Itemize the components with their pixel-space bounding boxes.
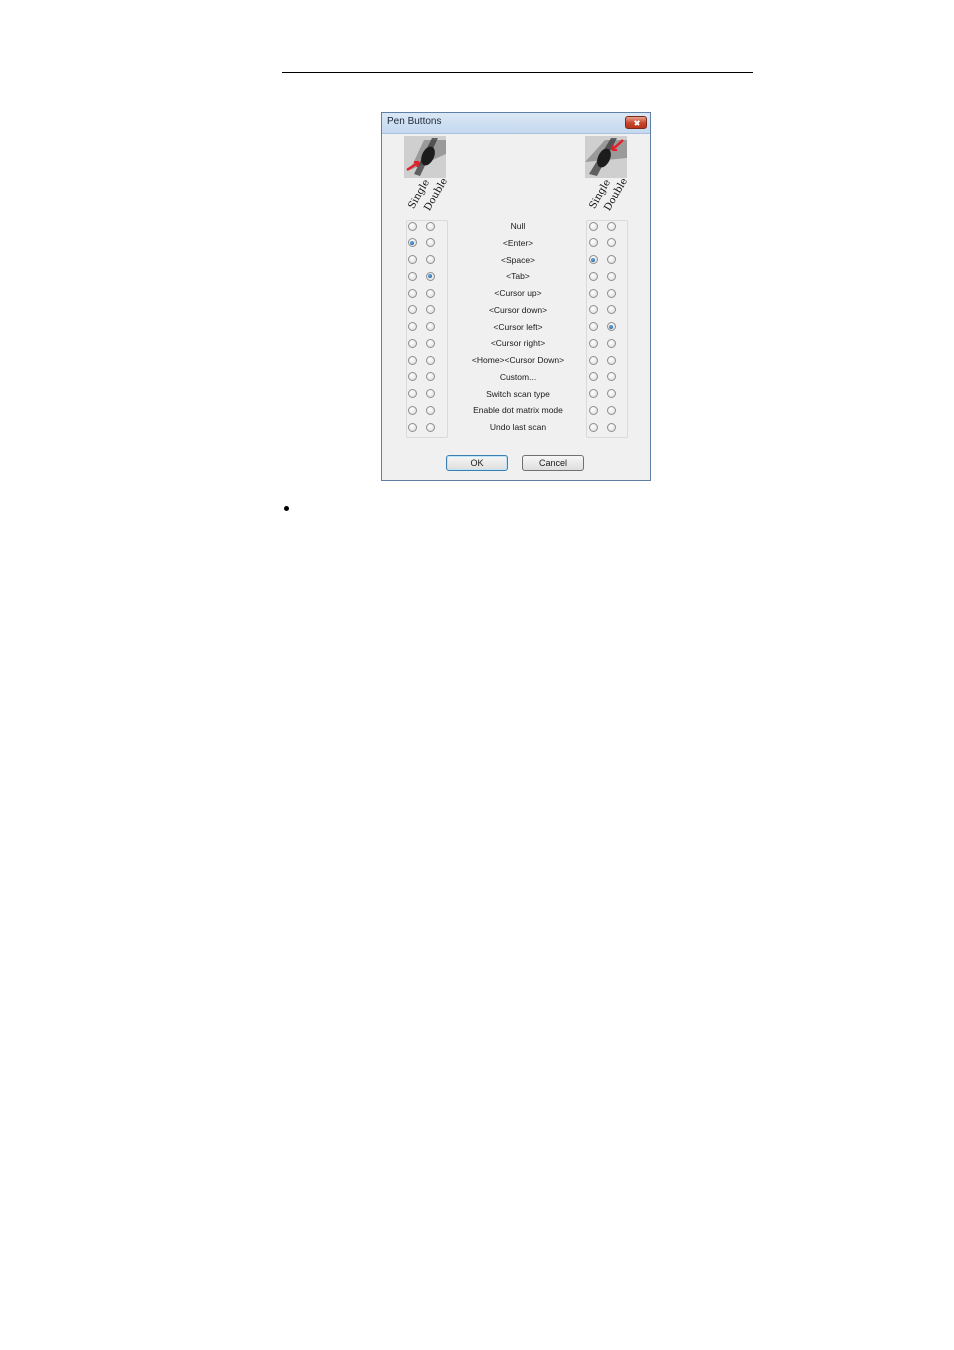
left-double-radio[interactable] [425, 405, 435, 415]
right-double-radio[interactable] [606, 389, 616, 398]
right-single-radio[interactable] [588, 355, 598, 365]
left-double-radio[interactable] [425, 255, 435, 264]
right-single-radio[interactable] [588, 322, 598, 331]
left-single-radio[interactable] [407, 405, 417, 415]
left-double-radio[interactable] [425, 322, 435, 331]
left-double-radio[interactable] [425, 238, 435, 248]
right-double-radio[interactable] [606, 305, 616, 315]
option-label: Null [510, 221, 526, 231]
left-double-radio[interactable] [425, 305, 435, 315]
pen-button-left-icon [404, 136, 446, 178]
left-single-radio[interactable] [407, 221, 417, 231]
option-label: Enable dot matrix mode [473, 405, 563, 416]
right-single-radio[interactable] [588, 288, 598, 298]
pen-buttons-dialog: Pen Buttons Single Double Single Double … [381, 112, 651, 481]
option-label: Custom... [499, 371, 537, 382]
close-icon[interactable] [625, 116, 647, 129]
title-bar[interactable]: Pen Buttons [382, 113, 650, 134]
right-double-radio[interactable] [606, 221, 616, 231]
left-single-radio[interactable] [407, 422, 417, 432]
right-double-radio[interactable] [606, 238, 616, 248]
option-label: <Home><Cursor Down> [471, 355, 565, 365]
option-label: <Cursor right> [490, 338, 546, 349]
option-label: Switch scan type [486, 388, 550, 399]
left-single-radio[interactable] [407, 338, 417, 348]
option-label: <Space> [500, 254, 536, 265]
right-single-radio[interactable] [588, 305, 598, 315]
dialog-title: Pen Buttons [387, 116, 442, 127]
left-double-radio[interactable] [425, 221, 435, 231]
left-single-radio[interactable] [407, 288, 417, 298]
list-bullet [284, 506, 289, 511]
ok-button[interactable]: OK [446, 455, 508, 471]
left-double-radio[interactable] [425, 288, 435, 298]
right-double-radio[interactable] [606, 405, 616, 415]
left-single-radio[interactable] [407, 372, 417, 382]
option-label: <Cursor up> [494, 288, 542, 298]
left-double-radio[interactable] [425, 271, 435, 281]
right-double-radio[interactable] [606, 372, 616, 382]
left-double-radio[interactable] [425, 355, 435, 365]
left-double-radio[interactable] [425, 422, 435, 432]
right-single-radio[interactable] [588, 255, 598, 264]
option-label: <Tab> [506, 271, 530, 282]
page-header-rule [282, 72, 753, 73]
left-single-radio[interactable] [407, 305, 417, 315]
option-label: Undo last scan [489, 422, 547, 432]
left-single-radio[interactable] [407, 255, 417, 264]
left-single-radio[interactable] [407, 238, 417, 248]
option-label: <Enter> [502, 237, 534, 248]
right-double-radio[interactable] [606, 338, 616, 348]
option-label: <Cursor left> [493, 321, 543, 332]
right-double-radio[interactable] [606, 422, 616, 432]
left-double-radio[interactable] [425, 389, 435, 398]
right-double-radio[interactable] [606, 288, 616, 298]
pen-button-right-icon [585, 136, 627, 178]
left-single-radio[interactable] [407, 355, 417, 365]
option-label: <Cursor down> [488, 304, 548, 315]
right-single-radio[interactable] [588, 238, 598, 248]
left-double-radio[interactable] [425, 338, 435, 348]
right-single-radio[interactable] [588, 271, 598, 281]
right-single-radio[interactable] [588, 422, 598, 432]
right-single-radio[interactable] [588, 405, 598, 415]
left-single-radio[interactable] [407, 322, 417, 331]
right-single-radio[interactable] [588, 372, 598, 382]
cancel-button[interactable]: Cancel [522, 455, 584, 471]
left-single-radio[interactable] [407, 271, 417, 281]
right-double-radio[interactable] [606, 322, 616, 331]
right-single-radio[interactable] [588, 338, 598, 348]
left-double-radio[interactable] [425, 372, 435, 382]
right-single-radio[interactable] [588, 221, 598, 231]
right-double-radio[interactable] [606, 255, 616, 264]
left-single-radio[interactable] [407, 389, 417, 398]
right-single-radio[interactable] [588, 389, 598, 398]
right-double-radio[interactable] [606, 271, 616, 281]
right-double-radio[interactable] [606, 355, 616, 365]
